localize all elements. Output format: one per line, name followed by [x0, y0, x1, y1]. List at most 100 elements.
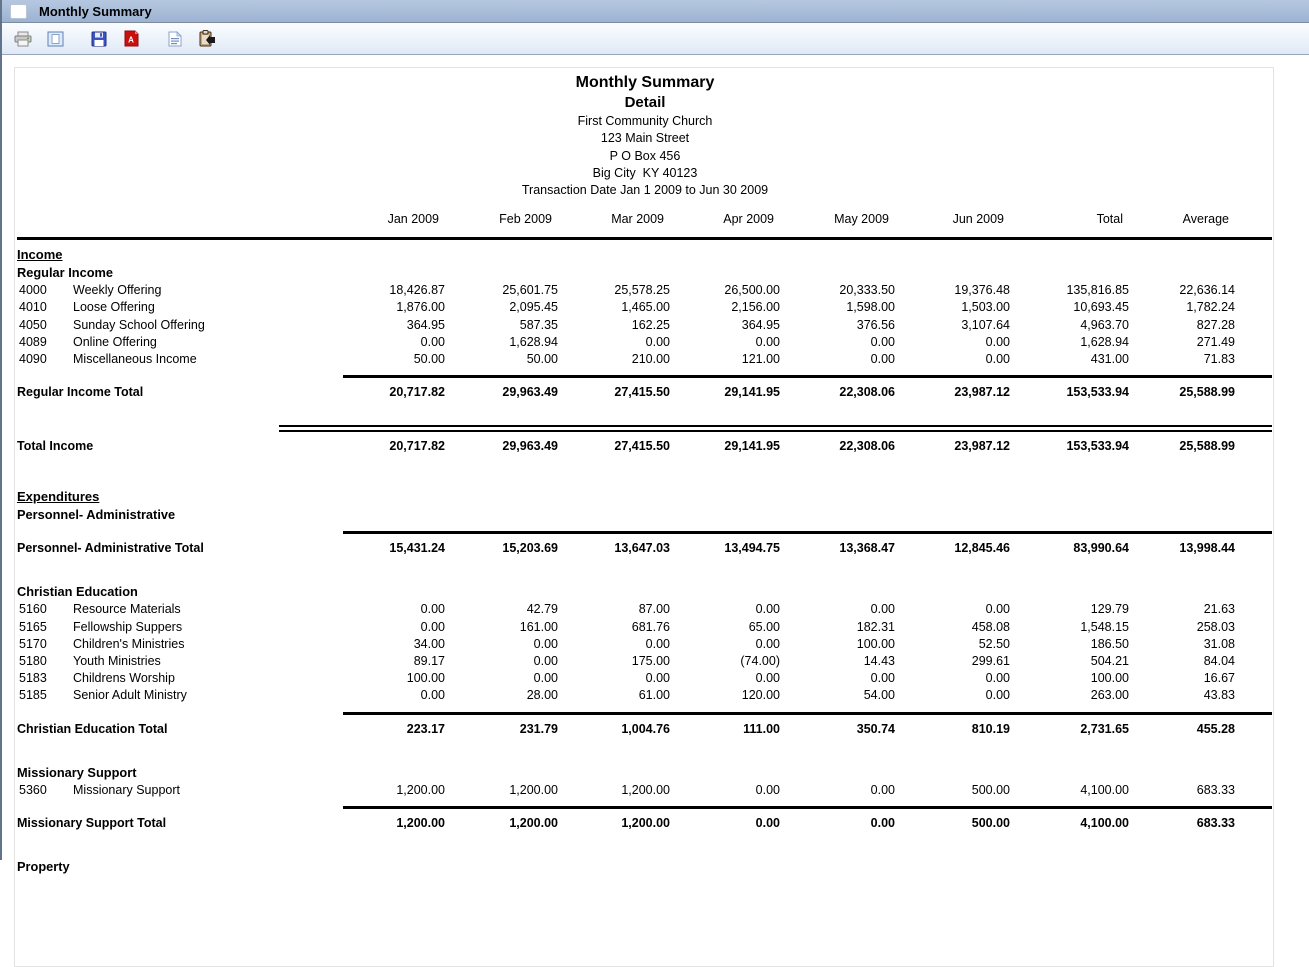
cell-amount: 1,548.15 — [1010, 619, 1129, 636]
date-range: Transaction Date Jan 1 2009 to Jun 30 20… — [17, 182, 1273, 199]
cell-amount: 84.04 — [1129, 653, 1235, 670]
cell-total-amount: 13,368.47 — [780, 540, 895, 557]
cell-amount: 0.00 — [670, 670, 780, 687]
cell-total-amount: 153,533.94 — [1010, 384, 1129, 401]
print-icon — [14, 31, 32, 47]
window-title: Monthly Summary — [39, 4, 152, 19]
cell-amount: 20,333.50 — [780, 282, 895, 299]
cell-amount: 0.00 — [780, 601, 895, 618]
cell-total-amount: 83,990.64 — [1010, 540, 1129, 557]
group-label: Missionary Support — [17, 765, 136, 780]
report-viewport[interactable]: Monthly Summary Detail First Community C… — [4, 55, 1309, 860]
export-report-button[interactable] — [163, 27, 187, 51]
group-label: Christian Education — [17, 584, 138, 599]
account-row: 4090Miscellaneous Income50.0050.00210.00… — [17, 351, 1272, 368]
cell-amount: 1,465.00 — [558, 299, 670, 316]
spacer — [17, 563, 1272, 583]
total-row: Christian Education Total223.17231.791,0… — [17, 721, 1272, 738]
copy-clipboard-icon — [198, 30, 216, 47]
account-name: Weekly Offering — [73, 282, 343, 299]
cell-total-amount: 23,987.12 — [895, 384, 1010, 401]
cell-amount: 431.00 — [1010, 351, 1129, 368]
section-heading: Income — [17, 246, 1272, 264]
cell-amount: 19,376.48 — [895, 282, 1010, 299]
account-name: Missionary Support — [73, 782, 343, 799]
column-header: Apr 2009 — [670, 211, 780, 228]
cell-amount: 61.00 — [558, 687, 670, 704]
cell-amount: 0.00 — [343, 334, 445, 351]
cell-total-amount: 810.19 — [895, 721, 1010, 738]
cell-amount: 28.00 — [445, 687, 558, 704]
cell-amount: (74.00) — [670, 653, 780, 670]
cell-amount: 129.79 — [1010, 601, 1129, 618]
copy-clipboard-button[interactable] — [195, 27, 219, 51]
cell-total-amount: 22,308.06 — [780, 384, 895, 401]
cell-amount: 681.76 — [558, 619, 670, 636]
cell-amount: 271.49 — [1129, 334, 1235, 351]
cell-amount: 0.00 — [343, 619, 445, 636]
account-code: 4050 — [17, 317, 73, 334]
account-code: 5170 — [17, 636, 73, 653]
cell-total-amount: 27,415.50 — [558, 384, 670, 401]
address-line2: P O Box 456 — [17, 148, 1273, 165]
print-preview-button[interactable] — [43, 27, 67, 51]
address-line3: Big City KY 40123 — [17, 165, 1273, 182]
window-title-bar[interactable]: Monthly Summary — [2, 0, 1309, 23]
cell-amount: 54.00 — [780, 687, 895, 704]
cell-amount: 25,578.25 — [558, 282, 670, 299]
column-header: May 2009 — [780, 211, 895, 228]
total-rule — [343, 712, 1272, 715]
group-label: Property — [17, 859, 70, 874]
total-row: Personnel- Administrative Total15,431.24… — [17, 540, 1272, 557]
account-name: Youth Ministries — [73, 653, 343, 670]
cell-amount: 458.08 — [895, 619, 1010, 636]
total-row: Missionary Support Total1,200.001,200.00… — [17, 815, 1272, 832]
cell-amount: 100.00 — [780, 636, 895, 653]
cell-amount: 827.28 — [1129, 317, 1235, 334]
account-row: 4000Weekly Offering18,426.8725,601.7525,… — [17, 282, 1272, 299]
export-pdf-button[interactable]: A — [119, 27, 143, 51]
account-code: 4010 — [17, 299, 73, 316]
cell-amount: 0.00 — [895, 687, 1010, 704]
cell-amount: 0.00 — [558, 334, 670, 351]
cell-total-amount: 111.00 — [670, 721, 780, 738]
section-label: Income — [17, 247, 63, 262]
spacer — [17, 744, 1272, 764]
account-code: 4000 — [17, 282, 73, 299]
report-page: Monthly Summary Detail First Community C… — [14, 67, 1274, 967]
cell-amount: 1,503.00 — [895, 299, 1010, 316]
cell-total-amount: 12,845.46 — [895, 540, 1010, 557]
total-label: Personnel- Administrative Total — [17, 540, 343, 557]
total-label: Total Income — [17, 438, 343, 455]
cell-amount: 3,107.64 — [895, 317, 1010, 334]
save-button[interactable] — [87, 27, 111, 51]
cell-amount: 100.00 — [343, 670, 445, 687]
column-header-row: Jan 2009Feb 2009Mar 2009Apr 2009May 2009… — [17, 211, 1272, 228]
cell-total-amount: 1,200.00 — [445, 815, 558, 832]
cell-amount: 43.83 — [1129, 687, 1235, 704]
account-name: Online Offering — [73, 334, 343, 351]
cell-amount: 1,628.94 — [1010, 334, 1129, 351]
cell-amount: 161.00 — [445, 619, 558, 636]
account-code: 4089 — [17, 334, 73, 351]
print-button[interactable] — [11, 27, 35, 51]
cell-amount: 376.56 — [780, 317, 895, 334]
cell-amount: 2,156.00 — [670, 299, 780, 316]
cell-total-amount: 20,717.82 — [343, 384, 445, 401]
cell-amount: 0.00 — [780, 334, 895, 351]
total-rule — [343, 375, 1272, 378]
export-report-icon — [168, 31, 182, 47]
account-code: 5185 — [17, 687, 73, 704]
cell-total-amount: 0.00 — [780, 815, 895, 832]
cell-total-amount: 13,494.75 — [670, 540, 780, 557]
account-name: Resource Materials — [73, 601, 343, 618]
cell-amount: 0.00 — [895, 601, 1010, 618]
cell-total-amount: 1,200.00 — [558, 815, 670, 832]
account-row: 4050Sunday School Offering364.95587.3516… — [17, 317, 1272, 334]
total-label: Regular Income Total — [17, 384, 343, 401]
cell-amount: 18,426.87 — [343, 282, 445, 299]
account-code: 4090 — [17, 351, 73, 368]
account-row: 5185Senior Adult Ministry0.0028.0061.001… — [17, 687, 1272, 704]
cell-amount: 1,598.00 — [780, 299, 895, 316]
account-name: Sunday School Offering — [73, 317, 343, 334]
